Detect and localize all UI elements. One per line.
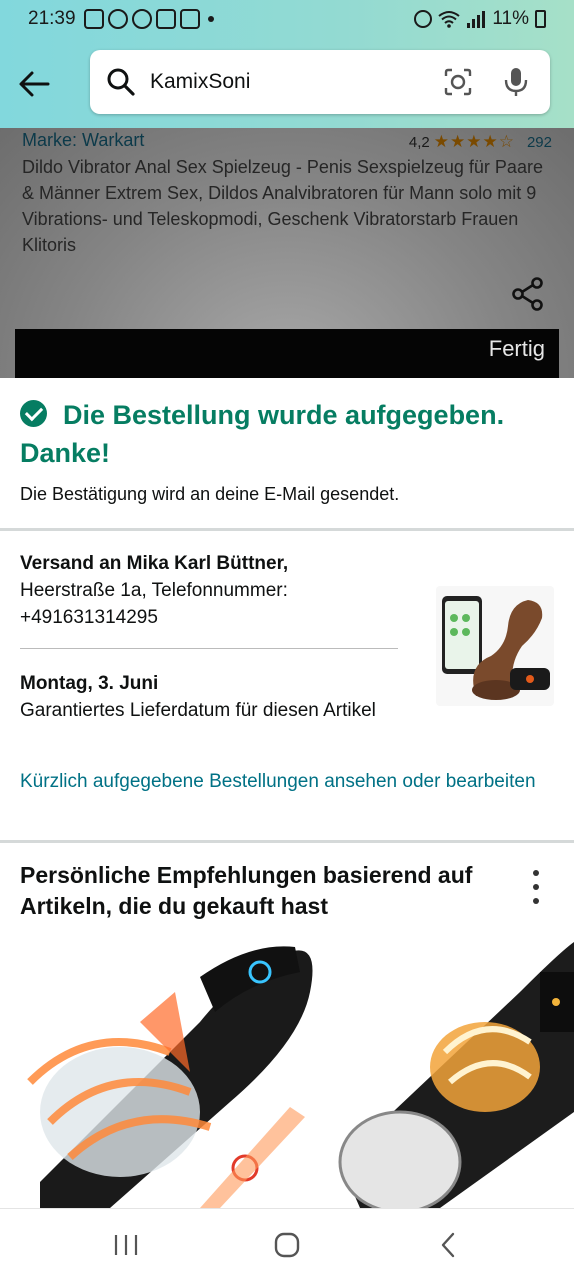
video-player-bar: Fertig xyxy=(15,329,559,378)
system-nav-bar xyxy=(0,1208,574,1280)
nav-back-icon xyxy=(441,1232,455,1258)
recents-button[interactable] xyxy=(106,1229,146,1261)
shipping-info: Versand an Mika Karl Büttner, Heerstraße… xyxy=(20,550,400,631)
status-time: 21:39 xyxy=(28,8,76,29)
whatsapp-icon xyxy=(107,9,128,29)
inner-divider xyxy=(20,648,398,649)
app-icon xyxy=(131,9,152,29)
recommendation-carousel[interactable] xyxy=(0,932,574,1208)
delivery-date: Montag, 3. Juni xyxy=(20,673,159,694)
product-overlay: Marke: Warkart 4,2 ★★★★☆ 292 Dildo Vibra… xyxy=(0,128,574,378)
back-arrow-icon xyxy=(19,71,50,97)
back-button[interactable] xyxy=(14,64,54,104)
wifi-icon xyxy=(438,11,460,28)
more-notifications-dot xyxy=(207,16,214,22)
more-vertical-icon[interactable] xyxy=(526,870,546,904)
notification-icons xyxy=(83,9,200,29)
rating-stars: ★★★★☆ xyxy=(433,132,515,151)
share-icon[interactable] xyxy=(510,276,546,312)
nav-back-button[interactable] xyxy=(428,1229,468,1261)
alarm-icon xyxy=(414,10,433,28)
product-rating[interactable]: 4,2 ★★★★☆ 292 xyxy=(409,132,552,152)
telegram-icon xyxy=(83,9,104,29)
signal-icon xyxy=(467,11,486,28)
section-divider xyxy=(0,840,574,843)
delivery-note: Garantiertes Lieferdatum für diesen Arti… xyxy=(20,700,376,721)
recommendation-images xyxy=(0,932,574,1208)
camera-lens-icon xyxy=(444,68,472,96)
search-query: KamixSoni xyxy=(150,70,251,93)
done-button[interactable]: Fertig xyxy=(489,336,545,362)
product-image xyxy=(436,586,554,706)
home-icon xyxy=(274,1232,300,1258)
outlook-icon xyxy=(155,9,176,29)
microphone-icon xyxy=(504,68,528,96)
rating-value: 4,2 xyxy=(408,133,430,151)
task-icon xyxy=(179,9,200,29)
camera-search-button[interactable] xyxy=(440,64,476,100)
recommendations-title: Persönliche Empfehlungen basierend auf A… xyxy=(20,862,473,919)
shipping-label: Versand an Mika Karl Büttner, xyxy=(20,553,289,574)
status-bar: 21:39 11% xyxy=(0,0,574,38)
shipping-address: Heerstraße 1a, Telefonnummer: +491631314… xyxy=(20,580,288,628)
recents-icon xyxy=(114,1235,138,1255)
system-indicators: 11% xyxy=(414,8,546,30)
voice-search-button[interactable] xyxy=(498,64,534,100)
battery-percent: 11% xyxy=(492,8,529,29)
home-button[interactable] xyxy=(267,1229,307,1261)
search-input[interactable]: KamixSoni xyxy=(90,50,550,114)
search-icon xyxy=(107,68,135,96)
brand-link[interactable]: Marke: Warkart xyxy=(22,130,144,151)
recent-orders-link[interactable]: Kürzlich aufgegebene Bestellungen ansehe… xyxy=(20,768,540,796)
delivery-info: Montag, 3. Juni Garantiertes Lieferdatum… xyxy=(20,670,400,724)
shipping-section: Versand an Mika Karl Büttner, Heerstraße… xyxy=(0,378,574,840)
product-title: Dildo Vibrator Anal Sex Spielzeug - Peni… xyxy=(22,157,543,255)
review-count: 292 xyxy=(526,133,552,151)
battery-icon xyxy=(535,10,546,28)
search-header: KamixSoni xyxy=(0,38,574,128)
product-thumbnail[interactable] xyxy=(436,586,554,706)
